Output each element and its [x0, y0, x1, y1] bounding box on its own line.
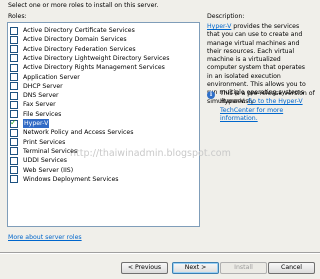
role-checkbox[interactable]: [10, 63, 18, 72]
role-item[interactable]: Active Directory Certificate Services: [10, 26, 135, 35]
role-label: Fax Server: [23, 101, 56, 109]
role-label: UDDI Services: [23, 157, 67, 165]
role-item[interactable]: Active Directory Domain Services: [10, 35, 127, 44]
role-label: Active Directory Federation Services: [23, 45, 136, 53]
role-checkbox[interactable]: [10, 138, 18, 147]
role-label: DNS Server: [23, 92, 59, 100]
more-about-server-roles-link[interactable]: More about server roles: [8, 234, 82, 241]
role-checkbox[interactable]: [10, 166, 18, 174]
role-item[interactable]: DNS Server: [10, 91, 59, 100]
install-button[interactable]: Install: [220, 262, 267, 274]
role-item[interactable]: File Services: [10, 110, 61, 119]
role-label: Print Services: [23, 138, 66, 146]
role-checkbox[interactable]: [10, 82, 18, 91]
info-icon: i: [207, 91, 215, 99]
role-checkbox[interactable]: [10, 147, 18, 156]
role-item[interactable]: Print Services: [10, 138, 65, 147]
role-label: File Services: [23, 110, 62, 118]
prerelease-note: i This is a pre-release version of Hyper…: [207, 90, 315, 123]
hyper-v-link[interactable]: Hyper-V: [207, 23, 231, 30]
role-item[interactable]: Windows Deployment Services: [10, 175, 119, 184]
role-checkbox[interactable]: [10, 100, 18, 109]
cancel-button[interactable]: Cancel: [268, 262, 315, 274]
role-label: Windows Deployment Services: [23, 175, 119, 183]
instruction-text: Select one or more roles to install on t…: [8, 2, 159, 9]
role-item[interactable]: Terminal Services: [10, 147, 77, 156]
role-checkbox[interactable]: [10, 73, 18, 81]
role-label: Application Server: [23, 73, 80, 81]
role-item[interactable]: Active Directory Lightweight Directory S…: [10, 54, 169, 63]
role-label: Active Directory Lightweight Directory S…: [23, 54, 170, 62]
role-label: Hyper-V: [23, 119, 50, 128]
role-item[interactable]: Hyper-V: [10, 118, 50, 128]
role-label: Active Directory Domain Services: [23, 36, 127, 44]
previous-button[interactable]: < Previous: [121, 262, 168, 274]
description-label: Description:: [207, 13, 245, 20]
role-label: Active Directory Certificate Services: [23, 27, 135, 34]
role-label: Active Directory Rights Management Servi…: [23, 64, 165, 72]
role-item[interactable]: Application Server: [10, 73, 80, 82]
role-checkbox[interactable]: [10, 26, 18, 35]
role-item[interactable]: Fax Server: [10, 100, 56, 109]
role-item[interactable]: UDDI Services: [10, 156, 67, 165]
roles-list[interactable]: http://thaiwinadmin.blogspot.com Active …: [7, 22, 231, 227]
role-label: Terminal Services: [23, 147, 78, 155]
role-item[interactable]: DHCP Server: [10, 82, 63, 91]
footer-divider: [0, 252, 320, 254]
role-item[interactable]: Network Policy and Access Services: [10, 128, 133, 137]
watermark-text: http://thaiwinadmin.blogspot.com: [70, 148, 231, 159]
roles-label: Roles:: [8, 13, 27, 20]
role-checkbox[interactable]: [10, 91, 18, 100]
role-checkbox[interactable]: [10, 156, 18, 165]
role-checkbox[interactable]: [10, 175, 18, 184]
role-item[interactable]: Web Server (IIS): [10, 166, 73, 175]
role-checkbox[interactable]: [10, 45, 18, 54]
role-label: Network Policy and Access Services: [23, 129, 134, 137]
role-checkbox[interactable]: [10, 54, 18, 63]
role-item[interactable]: Active Directory Federation Services: [10, 45, 136, 54]
role-checkbox[interactable]: [10, 128, 18, 137]
role-item[interactable]: Active Directory Rights Management Servi…: [10, 63, 165, 72]
next-button[interactable]: Next >: [172, 262, 219, 274]
role-checkbox[interactable]: [10, 118, 18, 128]
role-label: Web Server (IIS): [23, 166, 74, 174]
role-checkbox[interactable]: [10, 35, 18, 44]
role-label: DHCP Server: [23, 82, 63, 90]
